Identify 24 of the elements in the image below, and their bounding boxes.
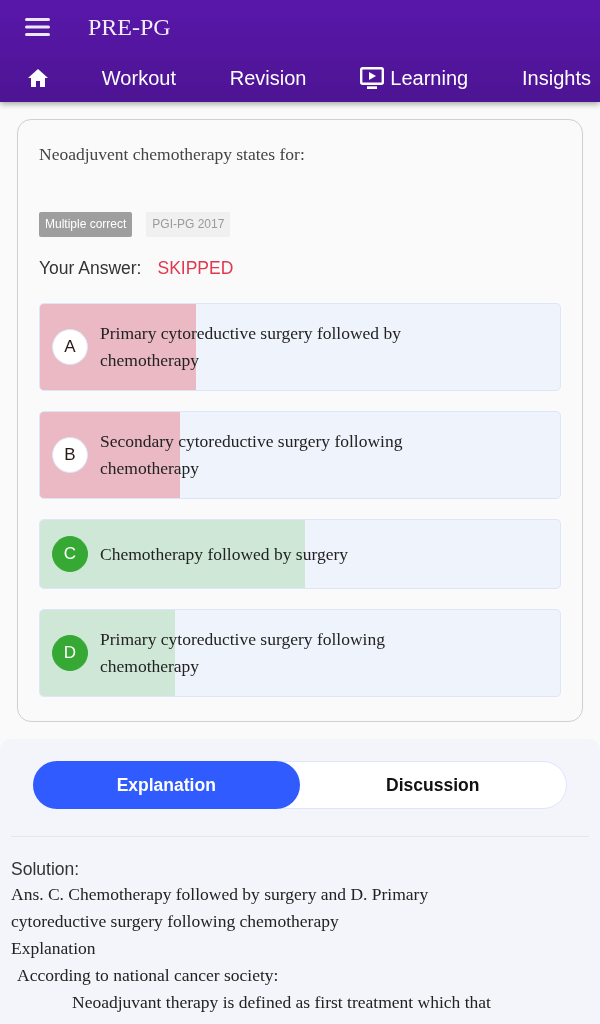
- option-text: Primary cytoreductive surgery following chemotherapy: [100, 628, 386, 678]
- tab[interactable]: Explanation: [33, 761, 300, 809]
- solution-text: Neoadjuvant therapy is defined as first treatment which that: [71, 991, 492, 1014]
- solution-text: According to national cancer society:: [16, 964, 280, 987]
- menu-icon[interactable]: [25, 18, 50, 36]
- nav-tab[interactable]: Insights: [522, 66, 591, 90]
- option-text: Secondary cytoreductive surgery following chemotherapy: [100, 430, 404, 480]
- play-screen-icon: [360, 67, 385, 89]
- solution-text: Ans. C. Chemotherapy followed by surgery and D. Primary cytoreductive surgery following chemotherapy: [11, 883, 430, 933]
- solution-heading: Solution:: [11, 858, 81, 881]
- exam-source-tag: PGI-PG 2017: [146, 212, 231, 237]
- nav-tab[interactable]: Revision: [229, 66, 307, 90]
- your-answer-label: Your Answer:: [39, 257, 142, 279]
- nav-tab[interactable]: Learning: [360, 66, 469, 90]
- home-icon[interactable]: [28, 69, 48, 87]
- your-answer-value: SKIPPED: [157, 257, 234, 279]
- tab[interactable]: Discussion: [299, 762, 566, 808]
- question-type-tag: Multiple correct: [39, 212, 133, 237]
- option-text: Primary cytoreductive surgery followed by chemotherapy: [100, 322, 402, 372]
- option-text: Chemotherapy followed by surgery: [100, 542, 349, 566]
- question-text: Neoadjuvent chemotherapy states for:: [39, 143, 306, 166]
- solution-text: Explanation: [11, 937, 97, 960]
- nav-tab[interactable]: Workout: [101, 66, 176, 90]
- app-title: PRE-PG: [88, 13, 171, 41]
